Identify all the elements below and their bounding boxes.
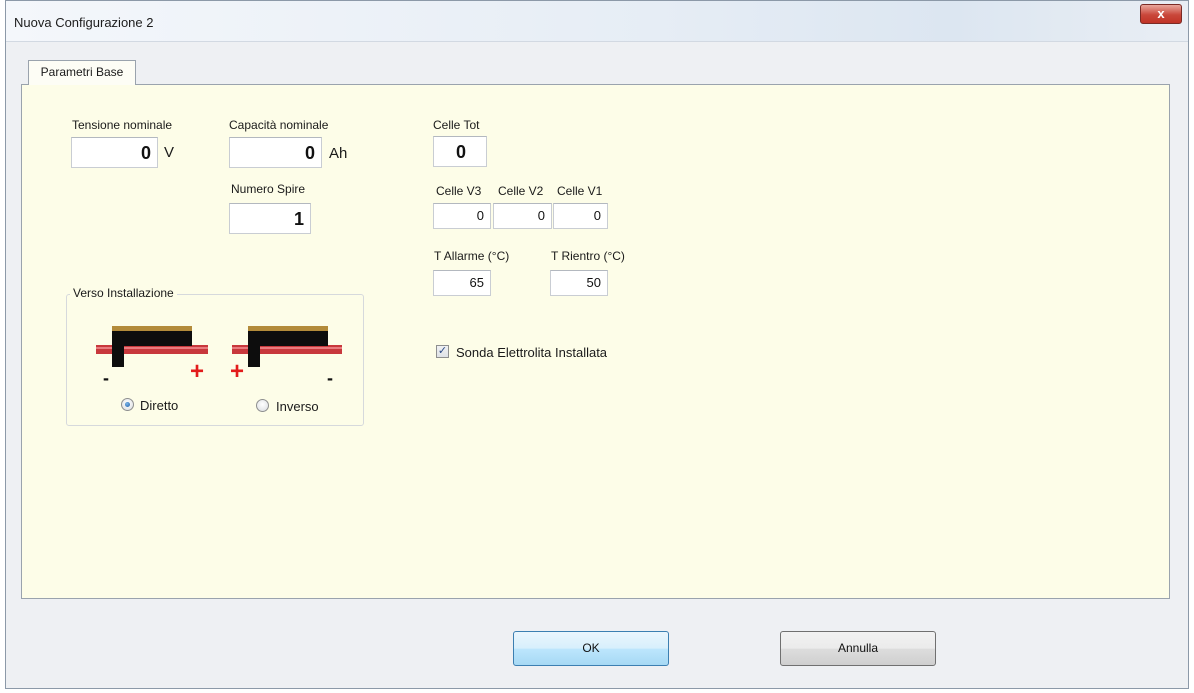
celle-v2-label: Celle V2 [498,184,544,198]
window-title: Nuova Configurazione 2 [14,15,154,30]
sonda-checkbox[interactable]: ✓ [436,345,449,358]
diretto-radio[interactable] [121,398,134,411]
tab-parametri-base[interactable]: Parametri Base [28,60,136,85]
tensione-unit: V [164,144,175,161]
tab-label: Parametri Base [40,65,124,79]
capacita-field[interactable]: 0 [229,137,322,168]
spire-field[interactable]: 1 [229,203,311,234]
capacita-unit: Ah [329,145,348,162]
inverso-radio[interactable] [256,399,269,412]
close-icon: x [1157,6,1165,21]
battery-diretto-icon: - + [96,326,208,388]
verso-title: Verso Installazione [70,286,177,300]
inverso-right-sign: - [327,368,333,388]
sonda-label[interactable]: Sonda Elettrolita Installata [456,345,607,360]
celle-v3-field[interactable]: 0 [433,203,491,229]
diretto-left-sign: - [103,368,109,388]
t-allarme-label: T Allarme (°C) [434,249,510,263]
diretto-label[interactable]: Diretto [140,398,178,413]
title-bar: Nuova Configurazione 2 x [6,1,1188,42]
check-icon: ✓ [437,345,448,357]
t-rientro-field[interactable]: 50 [550,270,608,296]
celle-tot-field[interactable]: 0 [433,136,487,167]
celle-v1-field[interactable]: 0 [553,203,608,229]
tensione-field[interactable]: 0 [71,137,158,168]
celle-tot-label: Celle Tot [433,118,480,132]
inverso-label[interactable]: Inverso [276,399,319,414]
annulla-button[interactable]: Annulla [780,631,936,666]
celle-v3-label: Celle V3 [436,184,482,198]
inverso-left-sign: + [230,358,244,385]
tensione-label: Tensione nominale [72,118,173,132]
t-rientro-label: T Rientro (°C) [551,249,625,263]
celle-v2-field[interactable]: 0 [493,203,552,229]
spire-label: Numero Spire [231,182,306,196]
ok-button[interactable]: OK [513,631,669,666]
celle-v1-label: Celle V1 [557,184,603,198]
close-button[interactable]: x [1140,4,1182,24]
diretto-right-sign: + [190,358,204,385]
battery-inverso-icon: + - [230,326,342,388]
t-allarme-field[interactable]: 65 [433,270,491,296]
capacita-label: Capacità nominale [229,118,329,132]
